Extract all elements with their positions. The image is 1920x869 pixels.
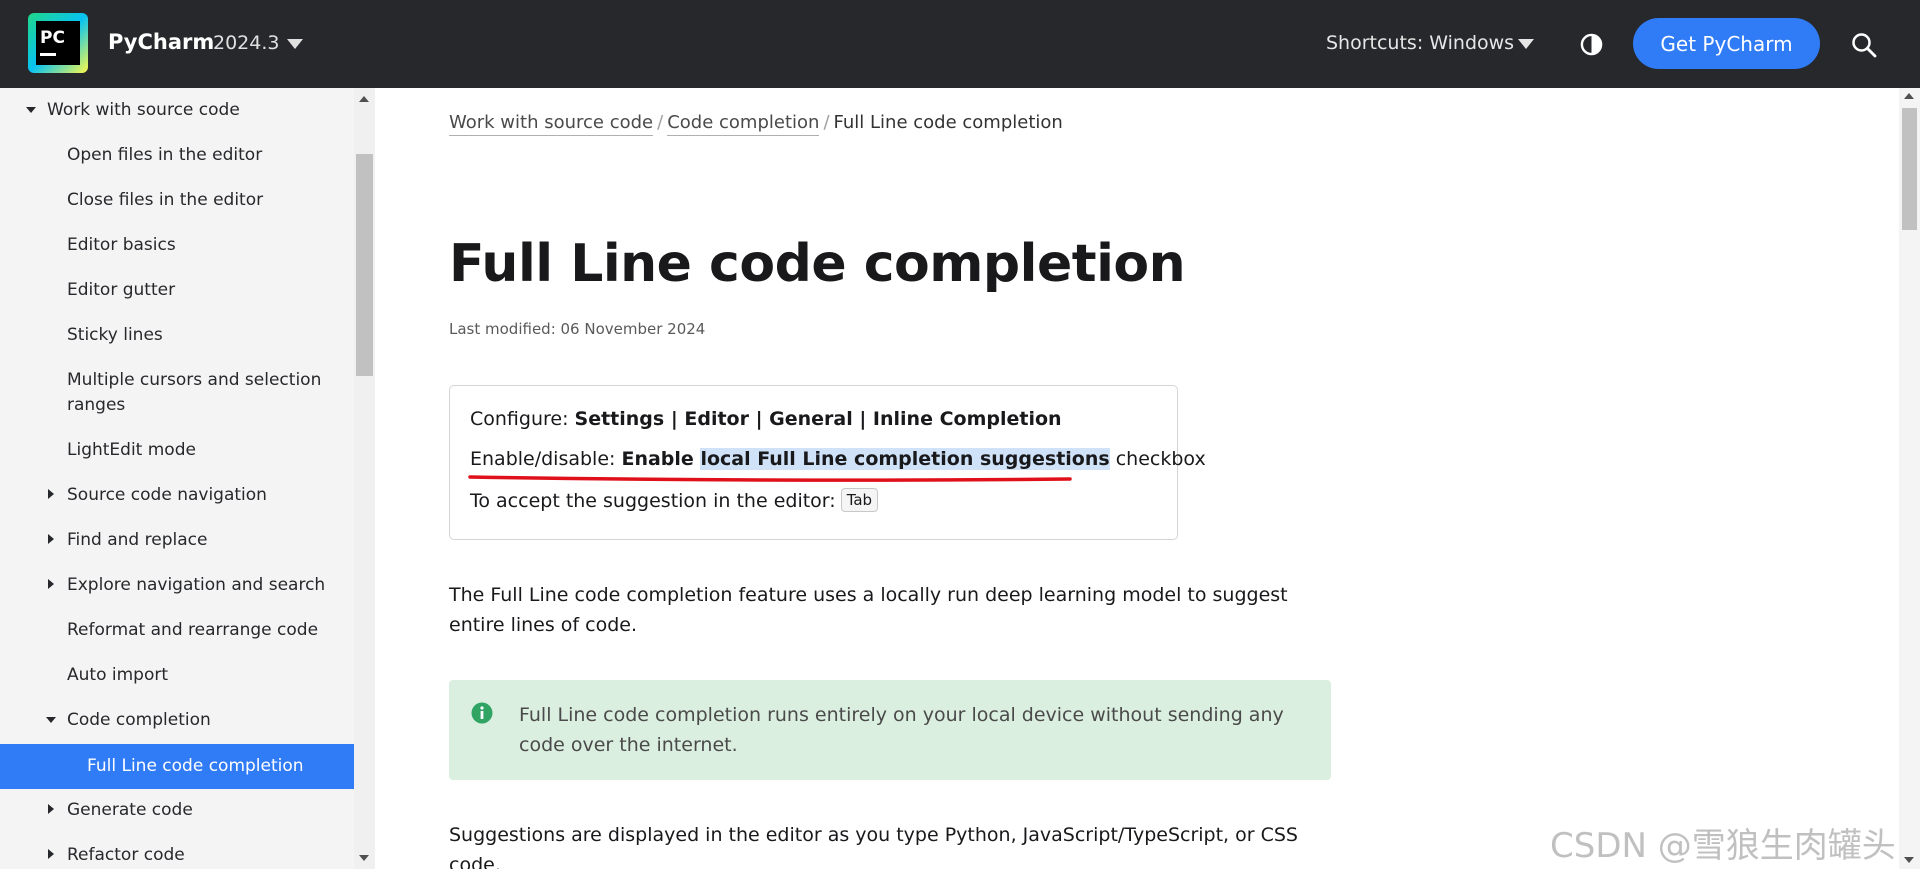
sidebar-item-full-line-code-completion[interactable]: Full Line code completion — [0, 744, 354, 789]
red-annotation-underline — [468, 475, 1072, 482]
sidebar-item-editor-gutter[interactable]: Editor gutter — [0, 278, 354, 303]
sidebar-item-find-and-replace[interactable]: Find and replace — [0, 528, 354, 553]
sidebar-item-editor-basics[interactable]: Editor basics — [0, 233, 354, 258]
sidebar-item-label: LightEdit mode — [67, 440, 196, 460]
page-title: Full Line code completion — [449, 234, 1186, 294]
shortcuts-selector[interactable]: Shortcuts: Windows — [1326, 32, 1514, 54]
sidebar-item-generate-code[interactable]: Generate code — [0, 798, 354, 823]
sidebar-item-label: Reformat and rearrange code — [67, 620, 319, 640]
enable-option-highlighted: local Full Line completion suggestions — [700, 448, 1110, 470]
sidebar-item-label: Full Line code completion — [87, 756, 304, 776]
collapsed-triangle-icon[interactable] — [48, 849, 54, 859]
scroll-down-arrow-icon[interactable] — [1904, 857, 1914, 863]
watermark: CSDN @雪狼生肉罐头 — [1550, 826, 1896, 866]
sidebar-item-label: Editor basics — [67, 235, 176, 255]
settings-path: Settings | Editor | General | Inline Com… — [574, 408, 1062, 430]
breadcrumb-link-code-completion[interactable]: Code completion — [667, 112, 820, 136]
breadcrumb-separator: / — [657, 112, 664, 133]
intro-paragraph: The Full Line code completion feature us… — [449, 580, 1288, 640]
sidebar-item-label: Editor gutter — [67, 280, 176, 300]
suggestions-line: code. — [449, 854, 501, 869]
chevron-down-icon[interactable] — [287, 39, 303, 49]
sidebar-item-label: Close files in the editor — [67, 190, 264, 210]
sidebar-item-label: Multiple cursors and selection — [67, 370, 322, 390]
sidebar-item-label: Generate code — [67, 800, 193, 820]
sidebar-item-explore-navigation[interactable]: Explore navigation and search — [0, 573, 354, 598]
enable-label: Enable/disable: — [470, 448, 622, 470]
sidebar-nav: Work with source code Open files in the … — [0, 88, 375, 869]
sidebar-item-auto-import[interactable]: Auto import — [0, 663, 354, 688]
sidebar-item-sticky-lines[interactable]: Sticky lines — [0, 323, 354, 348]
breadcrumb-separator: / — [823, 112, 830, 133]
breadcrumb: Work with source code / Code completion / Fu… — [449, 112, 1063, 136]
accept-line: To accept the suggestion in the editor: T… — [470, 488, 879, 512]
suggestions-paragraph: Suggestions are displayed in the editor … — [449, 820, 1298, 869]
sidebar-item-close-files[interactable]: Close files in the editor — [0, 188, 354, 213]
scroll-up-arrow-icon[interactable] — [359, 96, 369, 102]
sidebar-item-label: Code completion — [67, 710, 211, 730]
pycharm-logo[interactable]: PC — [28, 13, 88, 73]
sidebar-item-label: Refactor code — [67, 845, 185, 865]
sidebar-item-label: Sticky lines — [67, 325, 163, 345]
breadcrumb-link-work-with-source-code[interactable]: Work with source code — [449, 112, 654, 136]
scroll-up-arrow-icon[interactable] — [1904, 93, 1914, 99]
enable-option-prefix: Enable — [621, 448, 701, 470]
sidebar-item-lightedit-mode[interactable]: LightEdit mode — [0, 438, 354, 463]
sidebar-item-open-files[interactable]: Open files in the editor — [0, 143, 354, 168]
info-icon — [471, 702, 493, 724]
info-note: Full Line code completion runs entirely … — [449, 680, 1331, 780]
expanded-triangle-icon[interactable] — [46, 717, 56, 723]
sidebar-item-label: Find and replace — [67, 530, 208, 550]
sidebar-item-reformat-code[interactable]: Reformat and rearrange code — [0, 618, 354, 643]
search-icon[interactable] — [1851, 32, 1877, 58]
tab-key-badge: Tab — [840, 488, 879, 512]
version-label[interactable]: 2024.3 — [213, 32, 279, 54]
breadcrumb-current: Full Line code completion — [833, 112, 1063, 133]
sidebar-item-label: ranges — [67, 395, 126, 415]
enable-line: Enable/disable: Enable local Full Line c… — [470, 448, 1206, 470]
sidebar-item-multiple-cursors[interactable]: Multiple cursors and selection ranges — [0, 368, 354, 418]
intro-line: entire lines of code. — [449, 614, 638, 636]
contrast-icon[interactable] — [1580, 33, 1603, 56]
top-navbar: PC PyCharm 2024.3 Shortcuts: Windows Get… — [0, 0, 1920, 88]
expanded-triangle-icon[interactable] — [26, 107, 36, 113]
sidebar-item-label: Work with source code — [47, 100, 240, 120]
logo-text: PC — [40, 28, 65, 48]
scroll-down-arrow-icon[interactable] — [359, 855, 369, 861]
intro-line: The Full Line code completion feature us… — [449, 584, 1288, 606]
sidebar-item-source-code-navigation[interactable]: Source code navigation — [0, 483, 354, 508]
collapsed-triangle-icon[interactable] — [48, 489, 54, 499]
get-pycharm-button[interactable]: Get PyCharm — [1633, 18, 1820, 69]
sidebar-item-label: Explore navigation and search — [67, 575, 326, 595]
sidebar-item-label: Open files in the editor — [67, 145, 263, 165]
configure-label: Configure: — [470, 408, 575, 430]
chevron-down-icon[interactable] — [1518, 39, 1534, 49]
collapsed-triangle-icon[interactable] — [48, 534, 54, 544]
sidebar-item-work-with-source-code[interactable]: Work with source code — [0, 98, 354, 123]
configure-line: Configure: Settings | Editor | General |… — [470, 408, 1062, 430]
brand-name[interactable]: PyCharm — [108, 30, 214, 54]
sidebar-item-refactor-code[interactable]: Refactor code — [0, 843, 354, 868]
sidebar-item-code-completion[interactable]: Code completion — [0, 708, 354, 733]
collapsed-triangle-icon[interactable] — [48, 579, 54, 589]
settings-summary-box: Configure: Settings | Editor | General |… — [449, 385, 1206, 540]
info-note-text: Full Line code completion runs entirely … — [519, 700, 1309, 760]
info-note-line: code over the internet. — [519, 734, 738, 756]
enable-suffix: checkbox — [1109, 448, 1206, 470]
main-scrollbar-thumb[interactable] — [1902, 108, 1917, 230]
sidebar-item-label: Source code navigation — [67, 485, 267, 505]
suggestions-line: Suggestions are displayed in the editor … — [449, 824, 1298, 846]
accept-label: To accept the suggestion in the editor: — [470, 490, 836, 512]
last-modified: Last modified: 06 November 2024 — [449, 320, 706, 338]
collapsed-triangle-icon[interactable] — [48, 804, 54, 814]
sidebar-item-label: Auto import — [67, 665, 169, 685]
info-note-line: Full Line code completion runs entirely … — [519, 704, 1284, 726]
sidebar-scrollbar-thumb[interactable] — [356, 154, 373, 376]
